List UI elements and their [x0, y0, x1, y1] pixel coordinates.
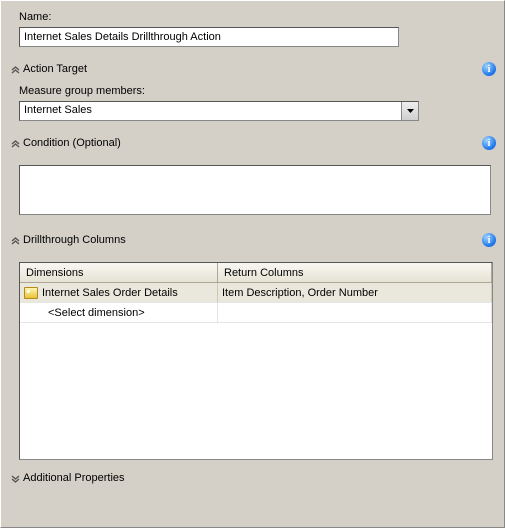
table-row-placeholder[interactable]: <Select dimension> — [20, 303, 492, 323]
section-header-action-target[interactable]: Action Target i — [9, 61, 496, 77]
section-title: Additional Properties — [23, 472, 125, 484]
name-input[interactable] — [19, 27, 399, 47]
select-dimension-placeholder: <Select dimension> — [48, 307, 145, 319]
name-label: Name: — [19, 11, 496, 23]
drillthrough-grid[interactable]: Dimensions Return Columns Internet Sales… — [19, 262, 493, 460]
chevron-up-icon — [9, 65, 21, 74]
measure-group-select[interactable]: Internet Sales — [19, 101, 419, 121]
return-columns-cell: Item Description, Order Number — [222, 287, 378, 299]
dropdown-button[interactable] — [401, 102, 418, 120]
column-header-dimensions[interactable]: Dimensions — [20, 263, 218, 282]
dimension-cell: Internet Sales Order Details — [42, 287, 178, 299]
grid-header: Dimensions Return Columns — [20, 263, 492, 283]
info-icon[interactable]: i — [482, 136, 496, 150]
chevron-up-icon — [9, 139, 21, 148]
info-icon[interactable]: i — [482, 233, 496, 247]
chevron-up-icon — [9, 236, 21, 245]
info-icon[interactable]: i — [482, 62, 496, 76]
section-header-drillthrough[interactable]: Drillthrough Columns i — [9, 232, 496, 248]
section-header-condition[interactable]: Condition (Optional) i — [9, 135, 496, 151]
measure-group-label: Measure group members: — [19, 85, 494, 97]
section-header-additional[interactable]: Additional Properties — [9, 470, 496, 486]
chevron-down-icon — [9, 474, 21, 483]
section-title: Drillthrough Columns — [23, 234, 126, 246]
section-title: Condition (Optional) — [23, 137, 121, 149]
dimension-icon — [24, 287, 38, 299]
table-row[interactable]: Internet Sales Order Details Item Descri… — [20, 283, 492, 303]
measure-group-value: Internet Sales — [20, 102, 401, 120]
column-header-return-columns[interactable]: Return Columns — [218, 263, 492, 282]
section-title: Action Target — [23, 63, 87, 75]
condition-input[interactable] — [19, 165, 491, 215]
